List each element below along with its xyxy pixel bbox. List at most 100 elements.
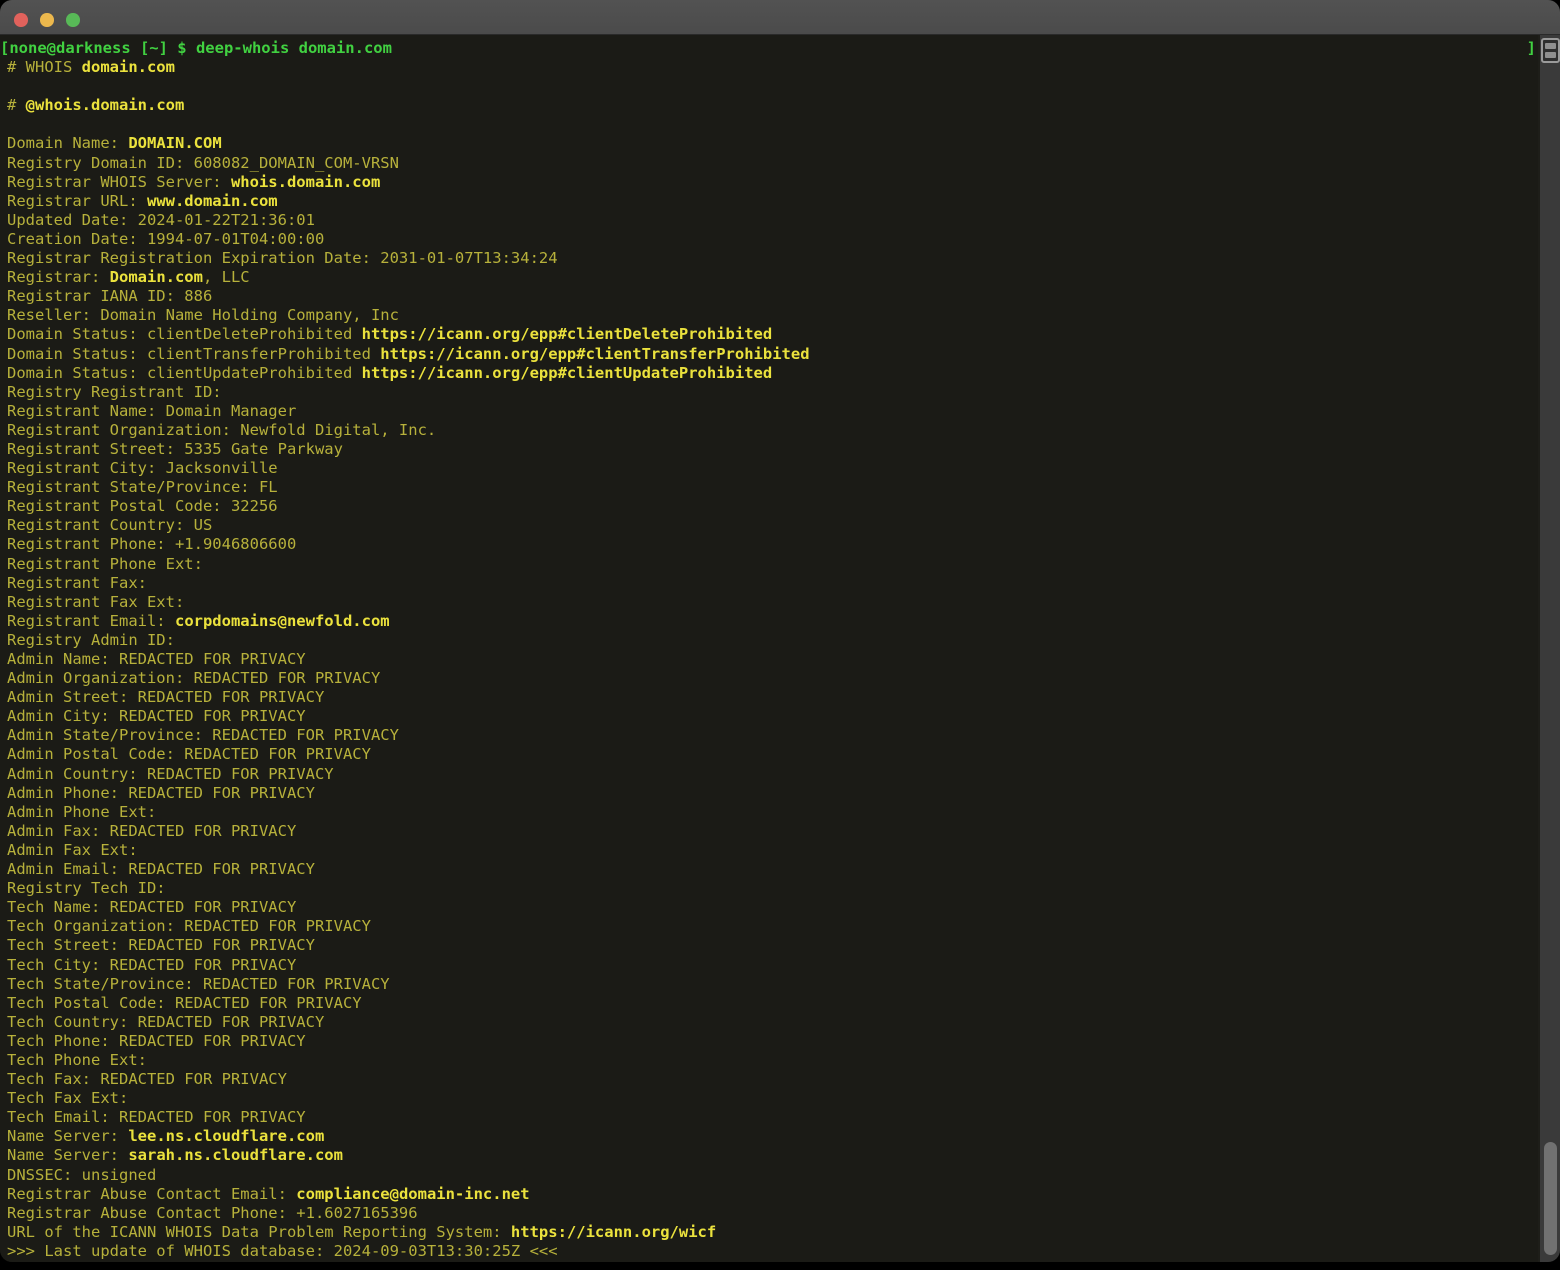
- terminal-text-segment: Domain Status: clientTransferProhibited: [7, 345, 380, 363]
- terminal-text-segment: Tech City: REDACTED FOR PRIVACY: [7, 956, 296, 974]
- terminal-text-segment: Name Server:: [7, 1127, 128, 1145]
- terminal-line: Tech City: REDACTED FOR PRIVACY: [7, 956, 1538, 975]
- terminal-line: Tech Phone: REDACTED FOR PRIVACY: [7, 1032, 1538, 1051]
- terminal-text-segment: #: [7, 96, 26, 114]
- terminal-line: Registrant Phone: +1.9046806600: [7, 535, 1538, 554]
- terminal-text-segment: Registry Admin ID:: [7, 631, 175, 649]
- terminal-line: Registrant Email: corpdomains@newfold.co…: [7, 612, 1538, 631]
- terminal-text-segment: https://icann.org/epp#clientUpdateProhib…: [362, 364, 773, 382]
- terminal-text-segment: Registrant Organization: Newfold Digital…: [7, 421, 436, 439]
- terminal-line: Tech Street: REDACTED FOR PRIVACY: [7, 936, 1538, 955]
- terminal-text-segment: Registrant City: Jacksonville: [7, 459, 278, 477]
- terminal-text-segment: Admin Fax Ext:: [7, 841, 138, 859]
- terminal-line: Registry Domain ID: 608082_DOMAIN_COM-VR…: [7, 154, 1538, 173]
- terminal-line: Admin Phone Ext:: [7, 803, 1538, 822]
- terminal-line: Registrant Country: US: [7, 516, 1538, 535]
- close-button[interactable]: [14, 13, 28, 27]
- terminal-line: Tech Fax Ext:: [7, 1089, 1538, 1108]
- terminal-window: [none@darkness [~] $ deep-whois domain.c…: [0, 0, 1560, 1262]
- terminal-text-segment: Registrant Postal Code: 32256: [7, 497, 278, 515]
- grip-bar-icon: [1545, 43, 1556, 49]
- terminal-line: Registrant Name: Domain Manager: [7, 402, 1538, 421]
- terminal-text-segment: Creation Date: 1994-07-01T04:00:00: [7, 230, 324, 248]
- terminal-text-segment: Admin Name: REDACTED FOR PRIVACY: [7, 650, 306, 668]
- terminal-line: Registrar: Domain.com, LLC: [7, 268, 1538, 287]
- terminal-line: Domain Name: DOMAIN.COM: [7, 134, 1538, 153]
- terminal-line: URL of the ICANN WHOIS Data Problem Repo…: [7, 1223, 1538, 1242]
- grip-bar-icon: [1545, 52, 1556, 58]
- scrollbar-grip-button[interactable]: [1541, 38, 1560, 63]
- terminal-line: Tech Email: REDACTED FOR PRIVACY: [7, 1108, 1538, 1127]
- terminal-text-segment: Admin State/Province: REDACTED FOR PRIVA…: [7, 726, 399, 744]
- terminal-line: >>> Last update of WHOIS database: 2024-…: [7, 1242, 1538, 1261]
- terminal-text-segment: Registrant Fax:: [7, 574, 147, 592]
- terminal-text-segment: Admin Fax: REDACTED FOR PRIVACY: [7, 822, 296, 840]
- terminal-line: Name Server: sarah.ns.cloudflare.com: [7, 1146, 1538, 1165]
- terminal-text-segment: domain.com: [82, 58, 175, 76]
- terminal-text-segment: Name Server:: [7, 1146, 128, 1164]
- terminal-text-segment: Domain.com: [110, 268, 203, 286]
- terminal-line: Tech State/Province: REDACTED FOR PRIVAC…: [7, 975, 1538, 994]
- terminal-text-segment: Registrar WHOIS Server:: [7, 173, 231, 191]
- terminal-line: Registry Tech ID:: [7, 879, 1538, 898]
- terminal-text-segment: compliance@domain-inc.net: [296, 1185, 529, 1203]
- terminal-text-segment: Admin Country: REDACTED FOR PRIVACY: [7, 765, 334, 783]
- terminal-text-segment: Admin Street: REDACTED FOR PRIVACY: [7, 688, 324, 706]
- terminal-text-segment: Registrant Street: 5335 Gate Parkway: [7, 440, 343, 458]
- terminal-text-segment: Registrant Phone Ext:: [7, 555, 203, 573]
- terminal-line: Registrant Organization: Newfold Digital…: [7, 421, 1538, 440]
- terminal-text-segment: Domain Name:: [7, 134, 128, 152]
- scrollbar-thumb[interactable]: [1544, 1142, 1557, 1255]
- terminal-line: Tech Fax: REDACTED FOR PRIVACY: [7, 1070, 1538, 1089]
- terminal-text-segment: URL of the ICANN WHOIS Data Problem Repo…: [7, 1223, 511, 1241]
- terminal-line: Registrar Abuse Contact Phone: +1.602716…: [7, 1204, 1538, 1223]
- terminal-line: Registrar IANA ID: 886: [7, 287, 1538, 306]
- terminal-line: Registrar WHOIS Server: whois.domain.com: [7, 173, 1538, 192]
- terminal-text-segment: Tech Fax: REDACTED FOR PRIVACY: [7, 1070, 287, 1088]
- window-titlebar[interactable]: [0, 0, 1560, 35]
- terminal-text-segment: Reseller: Domain Name Holding Company, I…: [7, 306, 399, 324]
- terminal-text-segment: Registrar Abuse Contact Email:: [7, 1185, 296, 1203]
- terminal-text-segment: Tech Name: REDACTED FOR PRIVACY: [7, 898, 296, 916]
- terminal-text-segment: Admin Phone Ext:: [7, 803, 156, 821]
- terminal-text-segment: Tech Email: REDACTED FOR PRIVACY: [7, 1108, 306, 1126]
- traffic-lights: [0, 0, 1560, 27]
- terminal-line: Registrant Phone Ext:: [7, 555, 1538, 574]
- terminal-text-segment: Registry Registrant ID:: [7, 383, 222, 401]
- terminal-line: Registry Registrant ID:: [7, 383, 1538, 402]
- terminal-line: Admin Phone: REDACTED FOR PRIVACY: [7, 784, 1538, 803]
- scrollbar-track[interactable]: [1538, 35, 1560, 1262]
- zoom-button[interactable]: [66, 13, 80, 27]
- terminal-line: Admin Organization: REDACTED FOR PRIVACY: [7, 669, 1538, 688]
- terminal-line: [7, 77, 1538, 96]
- terminal-text-segment: Tech State/Province: REDACTED FOR PRIVAC…: [7, 975, 390, 993]
- terminal-text-segment: www.domain.com: [147, 192, 278, 210]
- terminal-line: Domain Status: clientDeleteProhibited ht…: [7, 325, 1538, 344]
- terminal-text-segment: DOMAIN.COM: [128, 134, 221, 152]
- terminal-text-segment: Tech Phone: REDACTED FOR PRIVACY: [7, 1032, 306, 1050]
- terminal-text-segment: Registrant Phone: +1.9046806600: [7, 535, 296, 553]
- terminal-line: Admin Street: REDACTED FOR PRIVACY: [7, 688, 1538, 707]
- terminal-text-segment: Tech Fax Ext:: [7, 1089, 128, 1107]
- terminal-text-segment: Admin Email: REDACTED FOR PRIVACY: [7, 860, 315, 878]
- terminal-line: Registrant City: Jacksonville: [7, 459, 1538, 478]
- terminal-text-segment: corpdomains@newfold.com: [175, 612, 390, 630]
- terminal-line: Creation Date: 1994-07-01T04:00:00: [7, 230, 1538, 249]
- terminal-text-segment: https://icann.org/epp#clientDeleteProhib…: [362, 325, 773, 343]
- terminal-text-segment: Updated Date: 2024-01-22T21:36:01: [7, 211, 315, 229]
- terminal-text-segment: Registrar Registration Expiration Date: …: [7, 249, 558, 267]
- terminal-line: [7, 115, 1538, 134]
- terminal-line: # @whois.domain.com: [7, 96, 1538, 115]
- terminal-line: # WHOIS domain.com: [7, 58, 1538, 77]
- terminal-line: Admin Fax Ext:: [7, 841, 1538, 860]
- terminal-text-segment: sarah.ns.cloudflare.com: [128, 1146, 343, 1164]
- terminal-text-segment: Admin City: REDACTED FOR PRIVACY: [7, 707, 306, 725]
- terminal-line: Admin City: REDACTED FOR PRIVACY: [7, 707, 1538, 726]
- terminal-line: Registrar URL: www.domain.com: [7, 192, 1538, 211]
- terminal-text-segment: Registry Tech ID:: [7, 879, 166, 897]
- minimize-button[interactable]: [40, 13, 54, 27]
- terminal-content[interactable]: [none@darkness [~] $ deep-whois domain.c…: [0, 35, 1538, 1262]
- terminal-line: Registrar Abuse Contact Email: complianc…: [7, 1185, 1538, 1204]
- terminal-text-segment: [none@darkness [~] $ deep-whois domain.c…: [0, 39, 392, 57]
- terminal-text-segment: Registrar IANA ID: 886: [7, 287, 212, 305]
